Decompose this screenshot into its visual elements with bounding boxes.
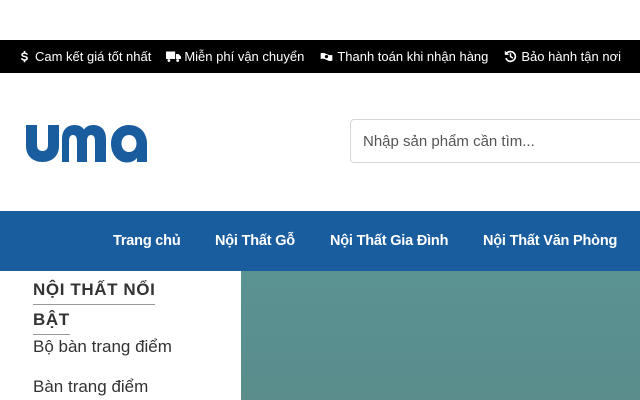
promo-topbar: Cam kết giá tốt nhất Miễn phí vận chuyển… <box>0 40 640 73</box>
truck-icon <box>165 50 181 64</box>
cash-icon <box>318 50 334 64</box>
promo-best-price: Cam kết giá tốt nhất <box>16 49 151 64</box>
uma-logo-mark <box>26 125 147 163</box>
nav-item-office-furniture[interactable]: Nội Thất Văn Phòng <box>483 211 617 271</box>
hero-banner[interactable] <box>241 271 640 400</box>
promo-cod: Thanh toán khi nhận hàng <box>318 49 488 64</box>
dollar-icon <box>16 50 32 64</box>
nav-item-home-furniture[interactable]: Nội Thất Gia Đình <box>330 211 448 271</box>
sidebar-item-vanity-set[interactable]: Bộ bàn trang điểm <box>33 337 172 357</box>
featured-sidebar: NỘI THẤT NỔI BẬT Bộ bàn trang điểm Bàn t… <box>0 271 241 400</box>
sidebar-item-vanity-table[interactable]: Bàn trang điểm <box>33 377 148 397</box>
promo-free-shipping: Miễn phí vận chuyển <box>165 49 304 64</box>
promo-best-price-label: Cam kết giá tốt nhất <box>35 49 152 64</box>
nav-item-home[interactable]: Trang chủ <box>113 211 181 271</box>
promo-warranty-label: Bảo hành tận nơi <box>521 49 621 64</box>
sidebar-heading-line2: BẬT <box>33 305 70 335</box>
promo-cod-label: Thanh toán khi nhận hàng <box>337 49 489 64</box>
history-icon <box>502 50 518 64</box>
promo-free-shipping-label: Miễn phí vận chuyển <box>184 49 305 64</box>
sidebar-heading-line1: NỘI THẤT NỔI <box>33 275 156 305</box>
sidebar-heading: NỘI THẤT NỔI BẬT <box>33 275 163 335</box>
promo-warranty: Bảo hành tận nơi <box>502 49 621 64</box>
site-header <box>0 73 640 211</box>
nav-item-wood-furniture[interactable]: Nội Thất Gỗ <box>215 211 295 271</box>
search-input[interactable] <box>351 120 640 162</box>
search-box <box>350 119 640 163</box>
main-nav: Trang chủ Nội Thất Gỗ Nội Thất Gia Đình … <box>0 211 640 271</box>
site-logo[interactable] <box>24 119 150 163</box>
top-spacer <box>0 0 640 40</box>
